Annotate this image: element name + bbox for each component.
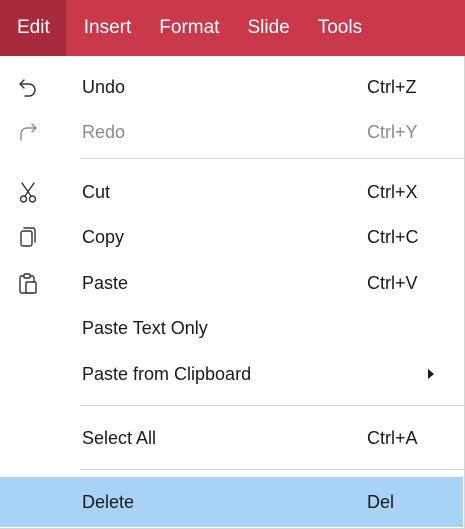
menu-bar: Edit Insert Format Slide Tools <box>0 0 465 56</box>
copy-icon <box>16 225 40 249</box>
menubar-edit[interactable]: Edit <box>0 0 66 56</box>
menubar-insert[interactable]: Insert <box>66 0 146 56</box>
menu-item-label: Paste from Clipboard <box>82 363 252 384</box>
edit-dropdown-menu: Undo Ctrl+Z Redo Ctrl+Y Cut Ctrl+X Copy … <box>0 56 464 528</box>
menu-item-redo[interactable]: Redo Ctrl+Y <box>0 107 463 157</box>
submenu-arrow-icon <box>428 369 434 379</box>
menu-item-cut[interactable]: Cut Ctrl+X <box>0 167 463 217</box>
menu-separator <box>80 158 464 159</box>
menubar-slide[interactable]: Slide <box>233 0 303 56</box>
menu-item-paste-text-only[interactable]: Paste Text Only <box>0 303 463 353</box>
menu-item-select-all[interactable]: Select All Ctrl+A <box>0 413 463 463</box>
menu-item-paste[interactable]: Paste Ctrl+V <box>0 258 463 308</box>
menu-item-label: Undo <box>82 76 126 97</box>
menubar-tools[interactable]: Tools <box>304 0 376 56</box>
menu-item-copy[interactable]: Copy Ctrl+C <box>0 212 463 262</box>
menu-item-delete[interactable]: Delete Del <box>0 477 463 527</box>
menu-item-shortcut: Del <box>367 491 395 512</box>
redo-icon <box>16 120 40 144</box>
menu-item-shortcut: Ctrl+A <box>367 427 418 448</box>
undo-icon <box>16 75 40 99</box>
menu-item-shortcut: Ctrl+C <box>367 226 419 247</box>
paste-icon <box>16 271 40 295</box>
menu-item-label: Redo <box>82 121 126 142</box>
menubar-format[interactable]: Format <box>145 0 233 56</box>
menu-item-label: Select All <box>82 427 157 448</box>
menu-separator <box>80 469 464 470</box>
menu-separator <box>80 405 464 406</box>
menu-item-shortcut: Ctrl+V <box>367 272 418 293</box>
app-window: Edit Insert Format Slide Tools Undo Ctrl… <box>0 0 465 529</box>
menu-item-label: Copy <box>82 226 125 247</box>
menu-item-label: Paste Text Only <box>82 317 208 338</box>
menu-item-undo[interactable]: Undo Ctrl+Z <box>0 62 463 112</box>
menu-item-label: Delete <box>82 491 135 512</box>
menu-item-paste-from-clipboard[interactable]: Paste from Clipboard <box>0 349 463 399</box>
cut-icon <box>16 180 40 204</box>
menu-item-label: Cut <box>82 181 111 202</box>
menu-item-label: Paste <box>82 272 129 293</box>
menu-item-shortcut: Ctrl+X <box>367 181 418 202</box>
menu-item-shortcut: Ctrl+Z <box>367 76 417 97</box>
menu-item-shortcut: Ctrl+Y <box>367 121 418 142</box>
